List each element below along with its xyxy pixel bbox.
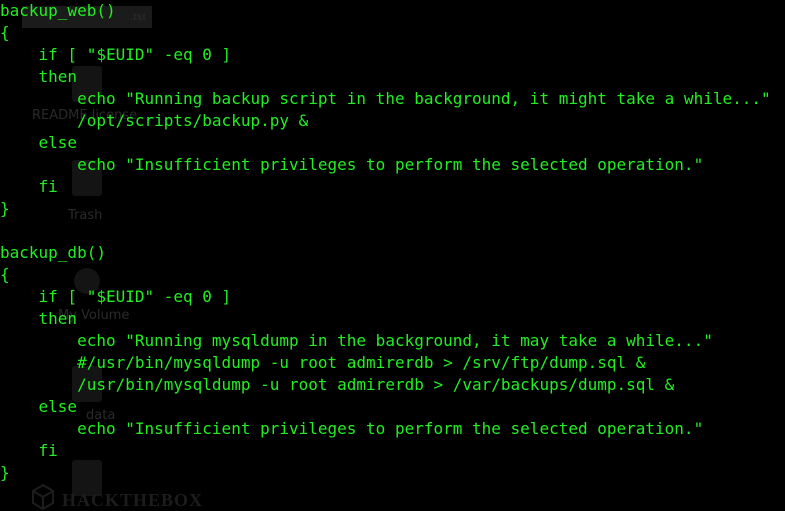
- terminal-line: fi: [0, 177, 58, 196]
- terminal-line: if [ "$EUID" -eq 0 ]: [0, 287, 232, 306]
- terminal-line: if [ "$EUID" -eq 0 ]: [0, 45, 232, 64]
- terminal-line: else: [0, 133, 78, 152]
- terminal-line: {: [0, 23, 10, 42]
- terminal-line: fi: [0, 441, 58, 460]
- terminal-line: {: [0, 265, 10, 284]
- terminal-line: }: [0, 463, 10, 482]
- terminal-output[interactable]: backup_web() { if [ "$EUID" -eq 0 ] then…: [0, 0, 785, 511]
- terminal-line: #/usr/bin/mysqldump -u root admirerdb > …: [0, 353, 646, 372]
- terminal-line: /opt/scripts/backup.py &: [0, 111, 309, 130]
- terminal-line: else: [0, 397, 78, 416]
- screen: .txt README.license Trash My Volume data…: [0, 0, 785, 511]
- terminal-line: echo "Running backup script in the backg…: [0, 89, 771, 108]
- terminal-line: }: [0, 199, 10, 218]
- terminal-line: backup_web(): [0, 1, 116, 20]
- terminal-line: echo "Insufficient privileges to perform…: [0, 155, 704, 174]
- terminal-line: echo "Insufficient privileges to perform…: [0, 419, 704, 438]
- terminal-line: echo "Running mysqldump in the backgroun…: [0, 331, 713, 350]
- terminal-line: /usr/bin/mysqldump -u root admirerdb > /…: [0, 375, 675, 394]
- terminal-line: then: [0, 309, 78, 328]
- terminal-line: backup_db(): [0, 243, 106, 262]
- terminal-line: then: [0, 67, 78, 86]
